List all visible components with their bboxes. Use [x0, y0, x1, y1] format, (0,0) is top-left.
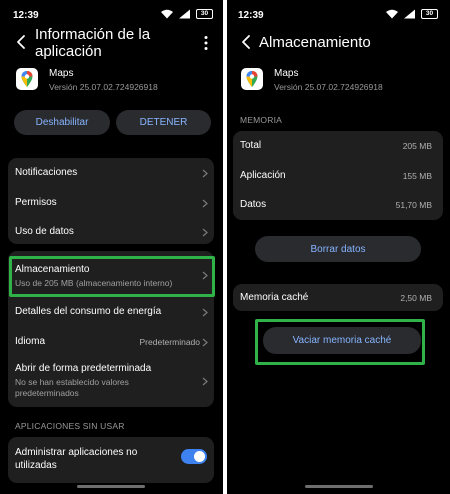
- memory-row-app: Aplicación 155 MB: [233, 161, 443, 190]
- storage-highlight-box: [9, 256, 215, 297]
- menu-item-label: Abrir de forma predeterminada: [15, 363, 152, 374]
- default-open-sub-line1: No se han establecido valores: [15, 377, 129, 387]
- menu-item-label: Idioma: [15, 336, 46, 347]
- manage-unused-line1: Administrar aplicaciones no: [15, 447, 138, 458]
- cache-card: Memoria caché 2,50 MB: [233, 284, 443, 311]
- language-value: Predeterminado: [139, 337, 200, 347]
- memory-row-label: Datos: [240, 199, 267, 210]
- section-label-memory: MEMORIA: [240, 115, 283, 125]
- signal-icon: [404, 9, 415, 19]
- page-title: Almacenamiento: [259, 34, 371, 51]
- memory-row-label: Aplicación: [240, 170, 286, 181]
- manage-unused-line2: utilizadas: [15, 460, 57, 471]
- menu-item-default-open[interactable]: Abrir de forma predeterminada No se han …: [8, 357, 214, 407]
- memory-row-value: 51,70 MB: [395, 200, 432, 210]
- clear-data-button[interactable]: Borrar datos: [255, 236, 421, 262]
- chevron-right-icon: [202, 199, 208, 208]
- gesture-nav-bar[interactable]: [305, 485, 373, 488]
- memory-row-total: Total 205 MB: [233, 131, 443, 161]
- status-bar: 12:39 30: [227, 0, 450, 28]
- more-options-icon[interactable]: [203, 35, 209, 51]
- stop-button[interactable]: DETENER: [116, 110, 211, 135]
- page-title: Información de la aplicación: [35, 26, 150, 60]
- gesture-nav-bar[interactable]: [77, 485, 145, 488]
- memory-row-data: Datos 51,70 MB: [233, 190, 443, 220]
- status-icons: 30: [385, 9, 438, 19]
- memory-row-label: Total: [240, 140, 262, 151]
- menu-item-label: Permisos: [15, 197, 57, 208]
- app-version: Versión 25.07.02.724926918: [274, 82, 383, 92]
- toggle-knob: [194, 451, 205, 462]
- menu-item-label: Uso de datos: [15, 226, 74, 237]
- page-title-line2: aplicación: [35, 43, 102, 60]
- settings-card-main: Notificaciones Permisos Uso de datos: [8, 158, 214, 244]
- chevron-right-icon: [202, 338, 208, 347]
- chevron-right-icon: [202, 377, 208, 386]
- disable-button[interactable]: Deshabilitar: [14, 110, 110, 135]
- battery-icon: 30: [421, 9, 438, 19]
- menu-item-label: Notificaciones: [15, 167, 78, 178]
- memory-card: Total 205 MB Aplicación 155 MB Datos 51,…: [233, 131, 443, 220]
- section-label-unused-apps: APLICACIONES SIN USAR: [15, 421, 125, 431]
- status-time: 12:39: [13, 10, 39, 21]
- menu-item-data-usage[interactable]: Uso de datos: [8, 217, 214, 244]
- cache-value: 2,50 MB: [400, 293, 432, 303]
- menu-item-notifications[interactable]: Notificaciones: [8, 158, 214, 188]
- clear-cache-highlight-box: [255, 319, 425, 365]
- wifi-icon: [386, 9, 398, 19]
- storage-screen: 12:39 30 Almacenamiento Maps Versión 25.…: [227, 0, 450, 494]
- chevron-right-icon: [202, 169, 208, 178]
- manage-unused-apps-label: Administrar aplicaciones no utilizadas: [15, 446, 137, 472]
- status-time: 12:39: [238, 10, 264, 21]
- app-name: Maps: [274, 68, 299, 79]
- status-icons: 30: [160, 9, 213, 19]
- cache-row: Memoria caché 2,50 MB: [233, 284, 443, 311]
- memory-row-value: 205 MB: [402, 141, 432, 151]
- maps-app-icon: [16, 68, 38, 90]
- signal-icon: [179, 9, 190, 19]
- menu-item-permissions[interactable]: Permisos: [8, 188, 214, 217]
- app-name: Maps: [49, 68, 74, 79]
- manage-unused-apps-row[interactable]: Administrar aplicaciones no utilizadas: [8, 437, 214, 483]
- chevron-right-icon: [202, 308, 208, 317]
- app-info-screen: 12:39 30 Información de la aplicación Ma…: [0, 0, 223, 494]
- manage-unused-apps-toggle[interactable]: [181, 449, 207, 464]
- battery-icon: 30: [196, 9, 213, 19]
- back-arrow-icon[interactable]: [239, 34, 253, 50]
- cache-label: Memoria caché: [240, 292, 309, 303]
- menu-item-language[interactable]: Idioma Predeterminado: [8, 327, 214, 357]
- back-arrow-icon[interactable]: [14, 34, 28, 50]
- app-version: Versión 25.07.02.724926918: [49, 82, 158, 92]
- memory-row-value: 155 MB: [402, 171, 432, 181]
- menu-item-energy[interactable]: Detalles del consumo de energía: [8, 297, 214, 327]
- maps-app-icon: [241, 68, 263, 90]
- status-bar: 12:39 30: [0, 0, 223, 28]
- page-title-line1: Información de la: [35, 26, 151, 43]
- chevron-right-icon: [202, 228, 208, 237]
- menu-item-label: Detalles del consumo de energía: [15, 306, 162, 317]
- unused-apps-card: Administrar aplicaciones no utilizadas: [8, 437, 214, 483]
- default-open-sub-line2: predeterminados: [15, 388, 79, 398]
- wifi-icon: [161, 9, 173, 19]
